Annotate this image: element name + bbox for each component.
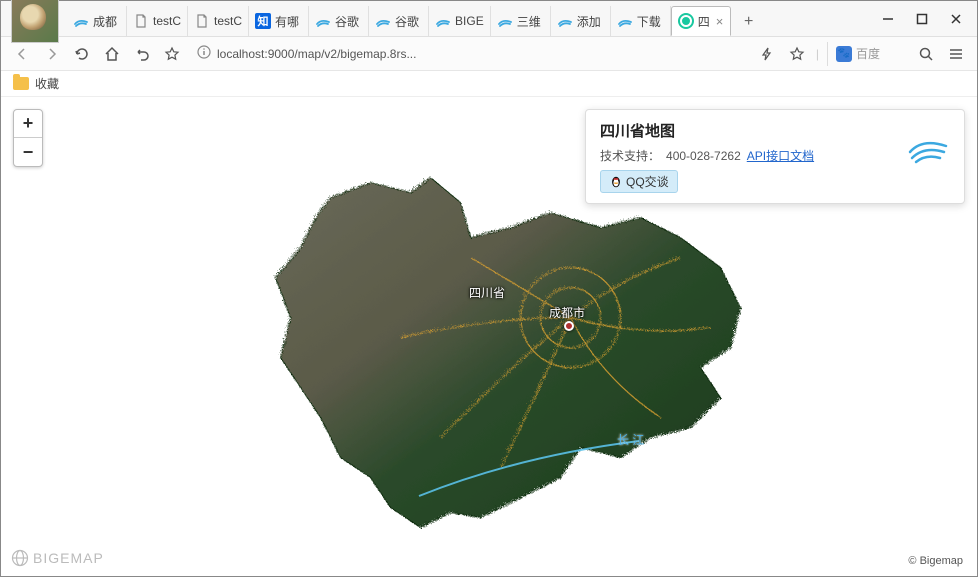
folder-icon [13,77,29,90]
tab-label: 四 [698,13,710,30]
info-icon [197,45,211,62]
maximize-button[interactable] [905,5,939,33]
watermark-text: BIGEMAP [33,550,104,566]
flash-icon[interactable] [756,43,778,65]
city-label: 成都市 [549,304,585,321]
bookmarks-bar: 收藏 [1,71,977,97]
separator: | [816,47,819,61]
bigemap-logo-icon [904,120,950,166]
reload-button[interactable] [71,43,93,65]
map-viewport[interactable]: + − 四川省地图 技术支持： 400-028-7262 API接口文档 QQ交谈 [1,97,977,575]
support-label: 技术支持： [600,147,660,164]
star-icon[interactable] [786,43,808,65]
close-button[interactable] [939,5,973,33]
back-button[interactable] [11,43,33,65]
tab-1[interactable]: testC [127,6,188,36]
url-text: localhost:9000/map/v2/bigemap.8rs... [217,47,416,61]
tab-10-active[interactable]: 四× [671,6,731,36]
url-input[interactable]: localhost:9000/map/v2/bigemap.8rs... [191,41,748,67]
qq-penguin-icon [609,175,623,189]
file-icon [194,13,210,29]
qq-chat-button[interactable]: QQ交谈 [600,170,678,193]
swirl-icon [315,13,331,29]
zhihu-icon: 知 [255,13,271,29]
tab-0[interactable]: 成都 [67,6,127,36]
tab-label: 有哪 [275,13,299,30]
tab-label: 三维 [517,13,541,30]
tab-2[interactable]: testC [188,6,249,36]
swirl-icon [435,13,451,29]
menu-button[interactable] [945,43,967,65]
tab-label: 谷歌 [335,13,359,30]
window-controls [871,5,973,33]
tab-5[interactable]: 谷歌 [369,6,429,36]
zoom-control: + − [13,109,43,167]
search-placeholder: 百度 [856,45,880,62]
zoom-in-button[interactable]: + [14,110,42,138]
city-marker-icon [564,321,574,331]
sichuan-shape [219,156,759,536]
tab-label: testC [214,14,242,28]
favorite-button[interactable] [161,43,183,65]
api-docs-link[interactable]: API接口文档 [747,147,814,164]
tab-label: 谷歌 [395,13,419,30]
watermark: BIGEMAP [11,549,104,567]
browser-logo-icon [678,13,694,29]
zoom-out-button[interactable]: − [14,138,42,166]
support-phone: 400-028-7262 [666,149,741,163]
tab-7[interactable]: 三维 [491,6,551,36]
profile-avatar[interactable] [11,0,59,43]
province-label: 四川省 [469,284,505,301]
copyright-text: © Bigemap [904,553,967,569]
tab-9[interactable]: 下载 [611,6,671,36]
search-button[interactable] [915,43,937,65]
forward-button[interactable] [41,43,63,65]
tab-6[interactable]: BIGE [429,6,491,36]
tab-strip: 成都 testC testC 知有哪 谷歌 谷歌 BIGE 三维 添加 下载 四… [67,1,871,36]
file-icon [133,13,149,29]
search-input[interactable]: 🐾 百度 [827,42,907,66]
swirl-icon [617,13,633,29]
swirl-icon [73,13,89,29]
river-label: 长 江 [617,431,644,448]
info-panel: 四川省地图 技术支持： 400-028-7262 API接口文档 QQ交谈 [585,109,965,204]
tab-label: 成都 [93,13,117,30]
tab-label: 添加 [577,13,601,30]
swirl-icon [375,13,391,29]
titlebar: 成都 testC testC 知有哪 谷歌 谷歌 BIGE 三维 添加 下载 四… [1,1,977,37]
qq-label: QQ交谈 [626,173,669,190]
address-bar: localhost:9000/map/v2/bigemap.8rs... | 🐾… [1,37,977,71]
tab-label: BIGE [455,14,484,28]
home-button[interactable] [101,43,123,65]
panel-title: 四川省地图 [600,120,894,141]
tab-close-icon[interactable]: × [716,14,724,29]
globe-icon [11,549,29,567]
minimize-button[interactable] [871,5,905,33]
tab-label: 下载 [637,13,661,30]
undo-button[interactable] [131,43,153,65]
baidu-paw-icon: 🐾 [836,46,852,62]
tab-8[interactable]: 添加 [551,6,611,36]
tab-label: testC [153,14,181,28]
bookmark-favorites[interactable]: 收藏 [35,75,59,92]
tab-4[interactable]: 谷歌 [309,6,369,36]
swirl-icon [497,13,513,29]
new-tab-button[interactable]: + [735,8,763,36]
swirl-icon [557,13,573,29]
tab-3[interactable]: 知有哪 [249,6,309,36]
